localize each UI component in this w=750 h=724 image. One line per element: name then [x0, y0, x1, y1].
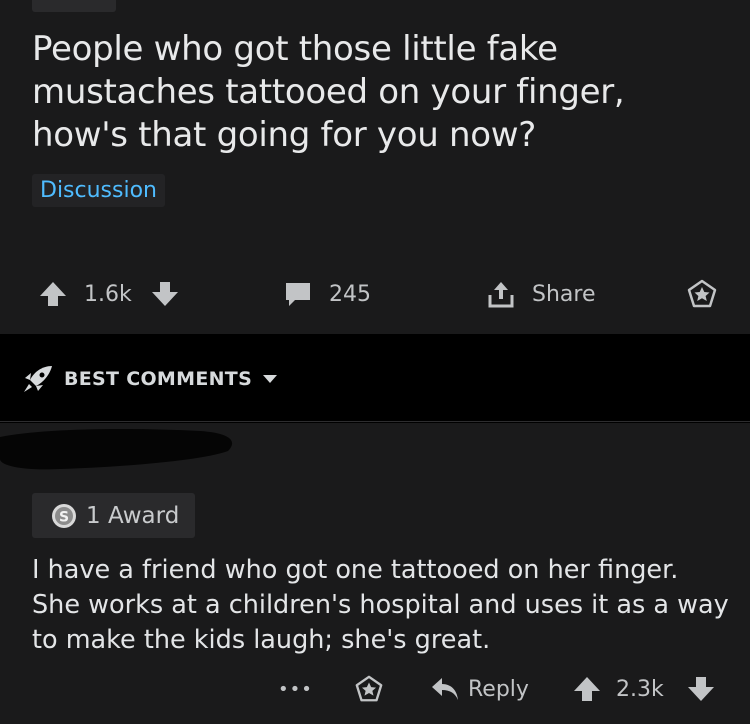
post-score: 1.6k [84, 281, 132, 307]
post-award-button[interactable] [686, 270, 718, 318]
share-icon [488, 282, 514, 308]
comment-upvote-button[interactable] [572, 669, 602, 709]
upvote-icon [40, 282, 66, 306]
comment-score: 2.3k [616, 676, 664, 702]
comment-action-bar: ••• Reply 2.3k [0, 669, 750, 709]
comment-award-button[interactable] [354, 669, 384, 709]
downvote-icon [152, 282, 178, 306]
chevron-down-icon [263, 375, 278, 383]
post-downvote-button[interactable] [150, 270, 180, 318]
more-options-button[interactable]: ••• [278, 669, 313, 709]
svg-text:S: S [59, 509, 69, 525]
award-icon [687, 279, 717, 308]
comment-body: I have a friend who got one tattooed on … [32, 555, 729, 655]
comment-downvote-button[interactable] [686, 669, 716, 709]
sort-dropdown[interactable]: BEST COMMENTS [22, 364, 278, 394]
award-icon [355, 675, 383, 702]
reply-label: Reply [468, 676, 529, 702]
post-upvote-button[interactable] [38, 270, 68, 318]
comment-card: S 1 Award I have a friend who got one ta… [0, 423, 750, 724]
rocket-icon [24, 366, 52, 392]
post-action-bar: 1.6k 245 Share [0, 270, 750, 318]
post-header-stub [32, 0, 116, 12]
downvote-icon [688, 677, 714, 701]
silver-award-icon: S [52, 503, 76, 528]
post-share-button[interactable]: Share [486, 270, 596, 318]
post-card: People who got those little fake mustach… [0, 0, 750, 334]
post-title[interactable]: People who got those little fake mustach… [32, 28, 712, 157]
comment-sort-bar: BEST COMMENTS [0, 334, 750, 422]
reply-icon [432, 678, 458, 700]
reply-button[interactable]: Reply [430, 669, 529, 709]
post-comments-button[interactable]: 245 [283, 270, 371, 318]
comment-icon [286, 283, 310, 306]
share-label: Share [532, 281, 596, 307]
award-badge[interactable]: S 1 Award [32, 493, 196, 538]
post-comment-count: 245 [329, 281, 371, 307]
upvote-icon [574, 677, 600, 701]
sort-label: BEST COMMENTS [64, 368, 253, 390]
award-count: 1 Award [86, 502, 180, 529]
redacted-username [0, 429, 233, 470]
post-flair[interactable]: Discussion [32, 174, 165, 207]
